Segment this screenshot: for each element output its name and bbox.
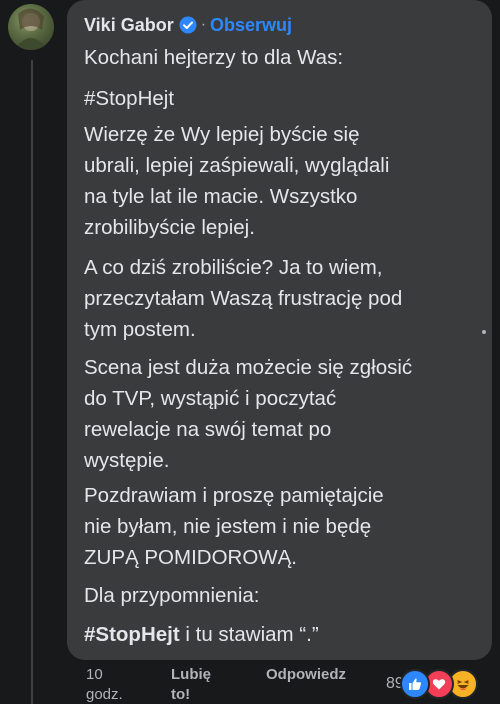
comment-line: ZUPĄ POMIDOROWĄ. <box>84 546 297 569</box>
comment-line: do TVP, wystąpić i poczytać <box>84 387 337 410</box>
hashtag-line: #StopHejt <box>84 87 175 110</box>
timestamp-unit: godz. <box>86 686 123 703</box>
comment-line: Dla przypomnienia: <box>84 584 260 607</box>
comment-paragraph: #StopHejt i tu stawiam “.” <box>84 619 319 650</box>
reply-button[interactable]: Odpowiedz <box>266 665 346 685</box>
comment-paragraph: Wierzę że Wy lepiej byście się ubrali, l… <box>84 119 389 243</box>
hashtag-link[interactable]: #StopHejt <box>84 623 180 646</box>
author-name[interactable]: Viki Gabor <box>84 15 174 36</box>
comment-line: rewelacje na swój temat po <box>84 418 332 441</box>
separator-dot: · <box>200 16 207 33</box>
comment-line: A co dziś zrobiliście? Ja to wiem, <box>84 256 383 279</box>
comment-line: przeczytałam Waszą frustrację pod <box>84 287 403 310</box>
comment-paragraph: #StopHejt <box>84 83 174 114</box>
like-button[interactable]: Lubię to! <box>171 665 211 704</box>
comment-line: występie. <box>84 449 170 472</box>
comment-line: na tyle lat ile macie. Wszystko <box>84 185 358 208</box>
comment-line: Wierzę że Wy lepiej byście się <box>84 123 360 146</box>
timestamp-value: 10 <box>86 666 103 683</box>
comment-timestamp[interactable]: 10 godz. <box>86 665 123 704</box>
comment-paragraph: Pozdrawiam i proszę pamiętajcie nie była… <box>84 480 384 573</box>
comment-paragraph: Dla przypomnienia: <box>84 580 259 611</box>
comment-line: Pozdrawiam i proszę pamiętajcie <box>84 484 384 507</box>
avatar-image <box>14 8 48 50</box>
reactions-summary[interactable]: 89 <box>386 669 478 699</box>
comment-line: tym postem. <box>84 318 196 341</box>
avatar[interactable] <box>8 4 54 50</box>
thread-line <box>31 60 33 704</box>
comment-line: i tu stawiam “.” <box>179 623 319 646</box>
comment-line: ubrali, lepiej zaśpiewali, wyglądali <box>84 154 390 177</box>
comment-line: zrobilibyście lepiej. <box>84 216 255 239</box>
comment-line: Scena jest duża możecie się zgłosić <box>84 356 413 379</box>
comment-line: nie byłam, nie jestem i nie będę <box>84 515 372 538</box>
like-label-line: Lubię <box>171 666 211 683</box>
more-options-icon[interactable] <box>482 330 486 334</box>
comment-header: Viki Gabor · Obserwuj <box>84 13 292 37</box>
follow-button[interactable]: Obserwuj <box>210 15 292 36</box>
comment-paragraph: Scena jest duża możecie się zgłosić do T… <box>84 352 412 476</box>
comment-paragraph: A co dziś zrobiliście? Ja to wiem, przec… <box>84 252 402 345</box>
verified-badge-icon <box>179 16 197 34</box>
comment-paragraph: Kochani hejterzy to dla Was: <box>84 42 343 73</box>
like-icon <box>399 669 430 699</box>
comment-line: Kochani hejterzy to dla Was: <box>84 46 344 69</box>
like-label-line: to! <box>171 686 191 703</box>
